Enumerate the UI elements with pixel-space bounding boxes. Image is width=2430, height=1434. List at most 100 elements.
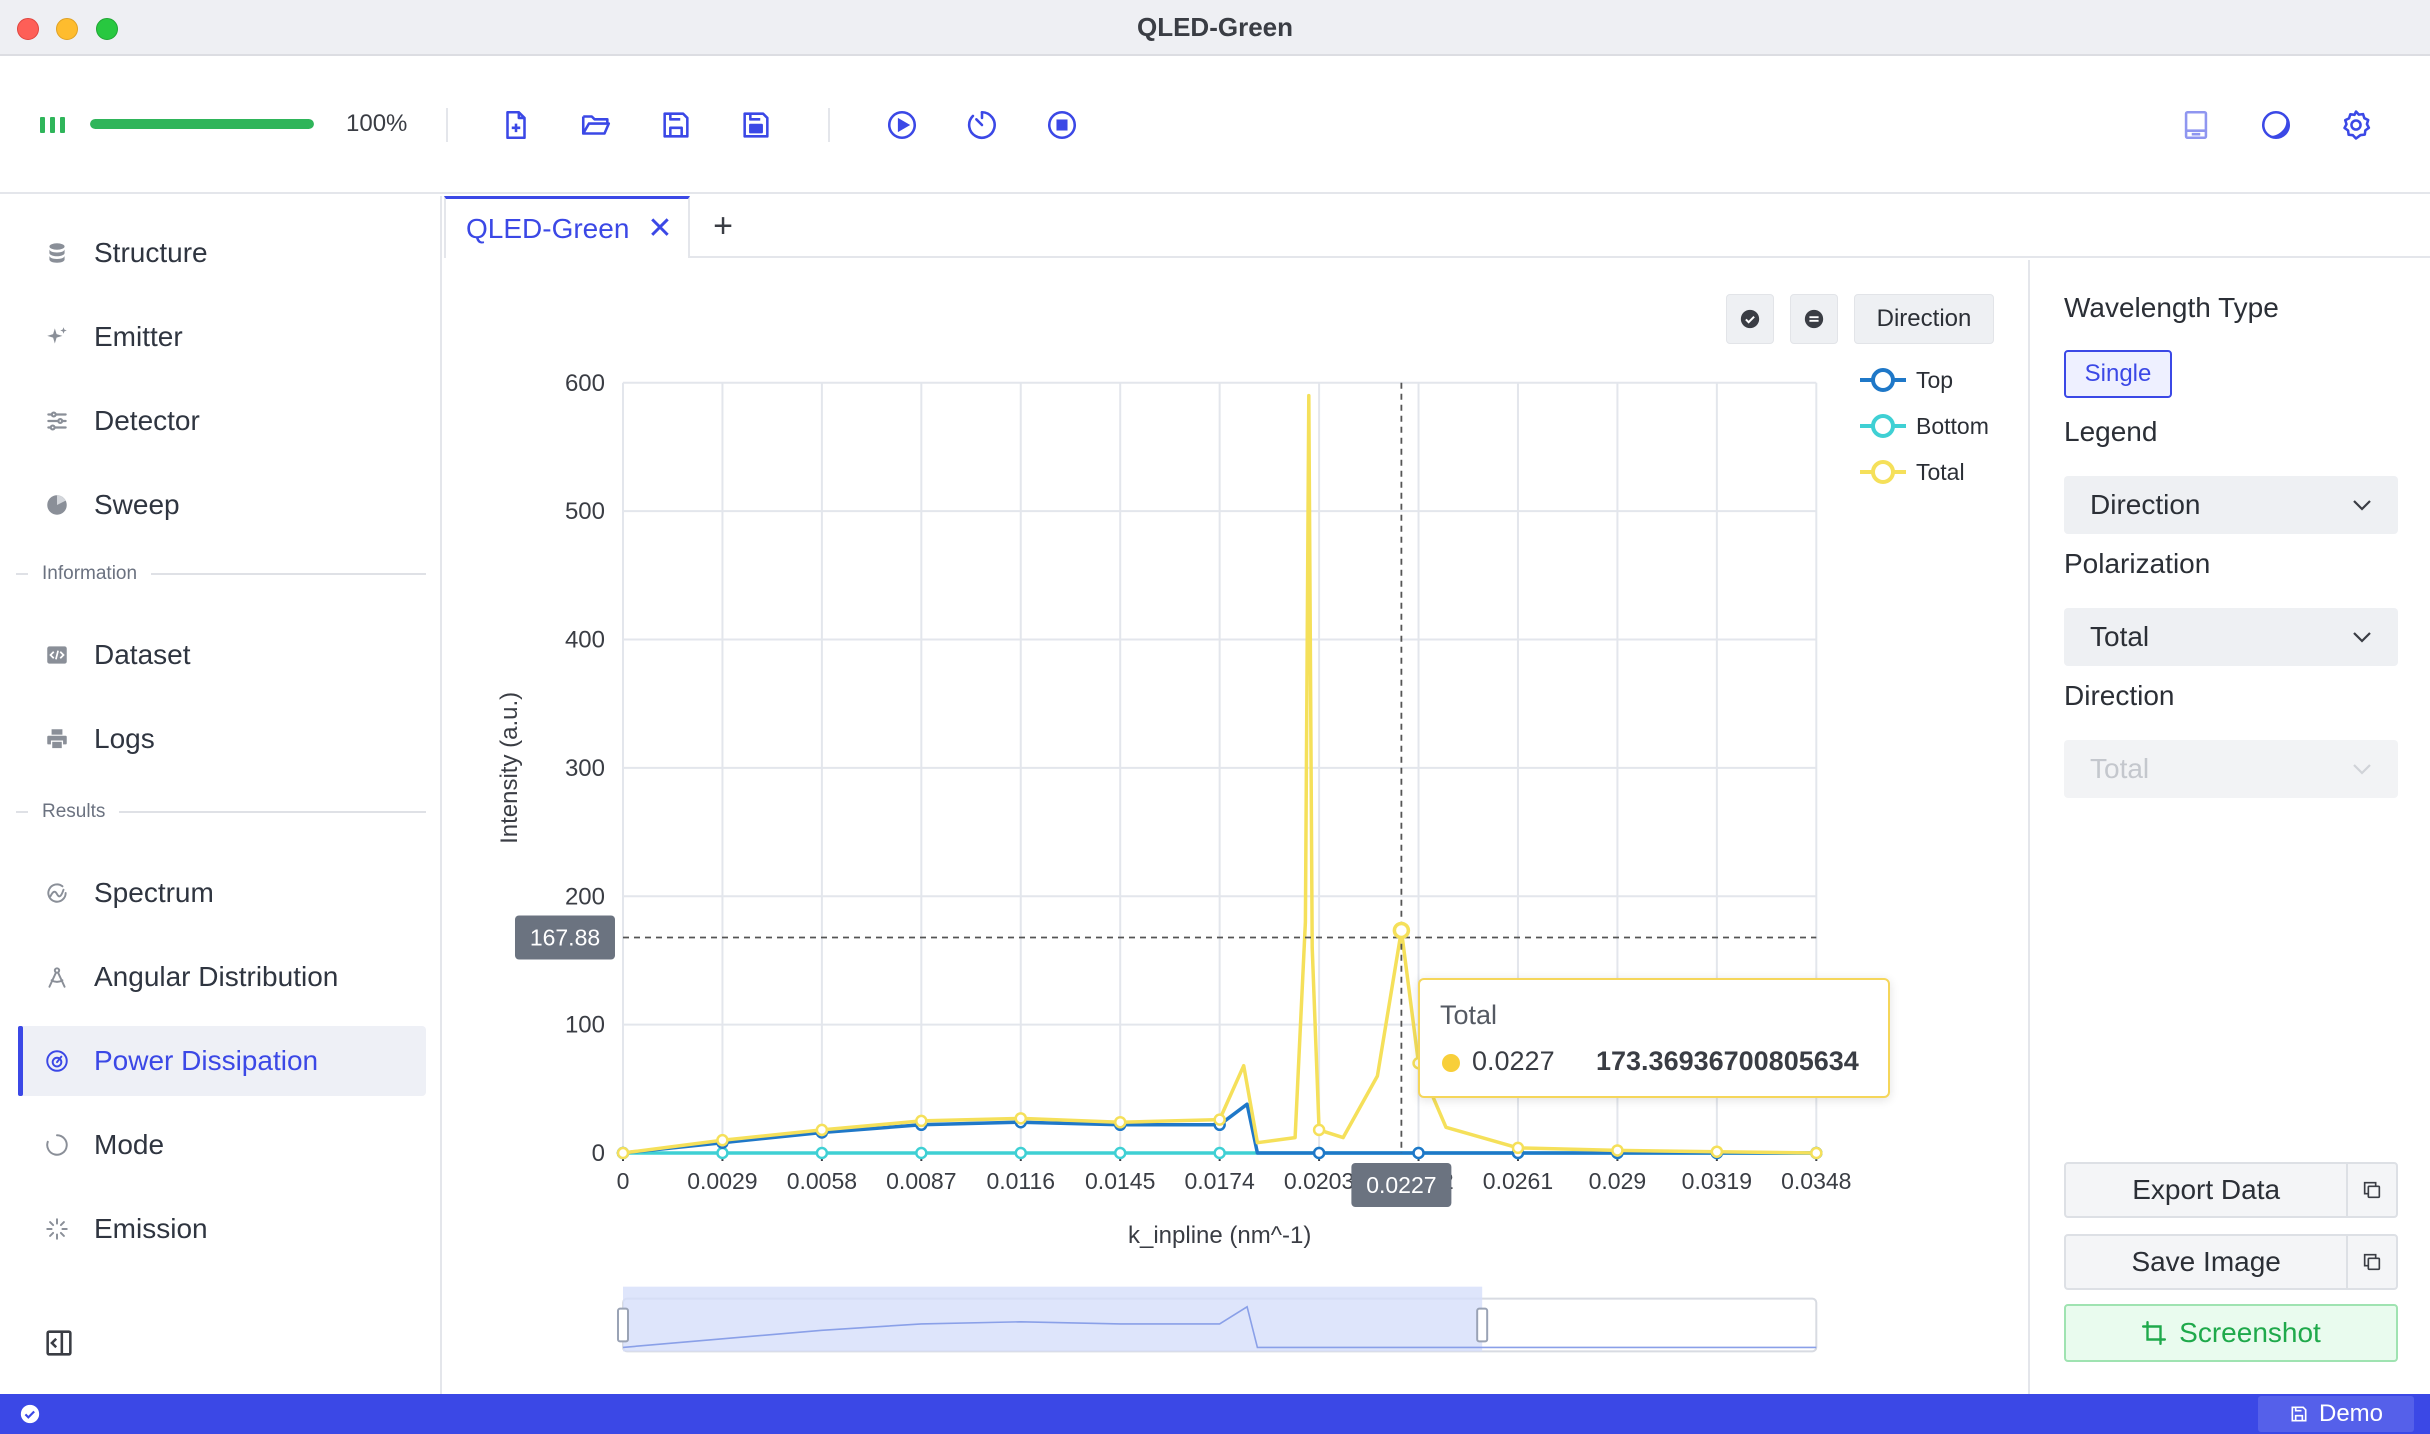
sidebar-item-sweep[interactable]: Sweep: [18, 470, 426, 540]
sidebar-item-label: Sweep: [94, 489, 180, 520]
demo-badge[interactable]: Demo: [2258, 1396, 2414, 1432]
save-image-label: Save Image: [2131, 1246, 2281, 1277]
legend-label: Legend: [2064, 416, 2158, 447]
screenshot-button[interactable]: Screenshot: [2064, 1304, 2398, 1362]
sidebar-item-structure[interactable]: Structure: [18, 218, 426, 288]
code-icon: [42, 640, 72, 670]
save-button[interactable]: [654, 103, 698, 147]
sidebar-item-label: Structure: [94, 237, 208, 268]
sidebar-item-dataset[interactable]: Dataset: [18, 620, 426, 690]
series-point: [1511, 1141, 1525, 1155]
polarization-select[interactable]: Total: [2064, 608, 2398, 666]
printer-icon: [42, 724, 72, 754]
sidebar-item-logs[interactable]: Logs: [18, 704, 426, 774]
close-tab-icon[interactable]: ✕: [647, 213, 672, 244]
sidebar-item-label: Emission: [94, 1213, 208, 1244]
status-bar: Demo: [0, 1394, 2430, 1434]
legend-label: Top: [1916, 366, 1954, 393]
save-icon: [2291, 1406, 2307, 1422]
theme-button[interactable]: [2254, 103, 2298, 147]
sidebar-item-label: Dataset: [94, 639, 191, 670]
section-results: Results: [16, 800, 426, 824]
x-pointer-label: 0.0227: [1366, 1172, 1436, 1198]
pie-icon: [42, 490, 72, 520]
series-point: [1412, 1146, 1425, 1160]
wavelength-single-button[interactable]: Single: [2064, 350, 2172, 398]
y-tick-label: 0: [592, 1140, 605, 1167]
tooltip-x-value: 0.0227: [1472, 1046, 1555, 1076]
timer-button[interactable]: [960, 103, 1004, 147]
new-file-icon: [506, 110, 526, 140]
collapse-sidebar-button[interactable]: [42, 1326, 76, 1360]
add-tab-button[interactable]: +: [704, 208, 742, 246]
sidebar-item-spectrum[interactable]: Spectrum: [18, 858, 426, 928]
run-button[interactable]: [880, 103, 924, 147]
legend-marker-icon: [1860, 460, 1906, 484]
save-icon: [663, 112, 689, 138]
stop-icon: [1047, 110, 1077, 140]
legend-marker-icon: [1860, 414, 1906, 438]
sparkle-icon: [42, 322, 72, 352]
crop-icon: [2142, 1320, 2167, 1346]
x-axis-title: k_inpline (nm^-1): [1128, 1222, 1311, 1249]
legend-select[interactable]: Direction: [2064, 476, 2398, 534]
series-point: [616, 1146, 630, 1160]
series-point: [1213, 1113, 1226, 1126]
window-title: QLED-Green: [1136, 12, 1294, 42]
sidebar-item-detector[interactable]: Detector: [18, 386, 426, 456]
compass-icon: [42, 962, 72, 992]
series-point: [716, 1133, 729, 1147]
legend-item-total[interactable]: Total: [1858, 454, 2048, 490]
sidebar-item-label: Power Dissipation: [94, 1045, 319, 1076]
chevron-down-icon: [2353, 500, 2371, 511]
sidebar-item-emitter[interactable]: Emitter: [18, 302, 426, 372]
sidebar-item-emission[interactable]: Emission: [18, 1194, 426, 1264]
x-tick-label: 0.0087: [886, 1168, 956, 1194]
chevron-down-icon: [2353, 764, 2371, 775]
status-check-icon: [20, 1404, 40, 1424]
new-file-button[interactable]: [494, 103, 538, 147]
chart-plot[interactable]: 0 100 200 300 400 500 600 0 0.0029 0.0058 0.0087 0.…: [444, 260, 2028, 1394]
open-folder-button[interactable]: [574, 103, 618, 147]
x-tick-label: 0.0319: [1682, 1168, 1752, 1194]
settings-button[interactable]: [2334, 103, 2378, 147]
save-image-button[interactable]: Save Image: [2064, 1234, 2398, 1290]
sidebar-item-power-dissipation[interactable]: Power Dissipation: [18, 1026, 426, 1096]
sidebar-item-label: Mode: [94, 1129, 165, 1160]
x-tick-label: 0.029: [1589, 1168, 1647, 1194]
x-tick-label: 0: [617, 1168, 630, 1194]
legend-item-top[interactable]: Top: [1858, 362, 2048, 398]
sidebar-item-mode[interactable]: Mode: [18, 1110, 426, 1180]
x-tick-label: 0.0203: [1284, 1168, 1354, 1194]
tab-qled-green[interactable]: QLED-Green ✕: [444, 196, 690, 258]
sidebar-collapse-icon: [46, 1330, 72, 1356]
copy-image-button[interactable]: [2346, 1236, 2396, 1288]
legend-item-bottom[interactable]: Bottom: [1858, 408, 2048, 444]
sidebar-item-label: Emitter: [94, 321, 183, 352]
docs-button[interactable]: [2174, 103, 2218, 147]
series-point: [1611, 1144, 1624, 1157]
chart-area: Direction 0 100 200 300 400 500 600 0 0.0029 0.00…: [444, 260, 2028, 1394]
sidebar-item-label: Logs: [94, 723, 155, 754]
legend-select-value: Direction: [2090, 489, 2201, 520]
stop-button[interactable]: [1040, 103, 1084, 147]
sidebar: Structure Emitter Detector Sweep Informa…: [0, 196, 442, 1394]
direction-select: Total: [2064, 740, 2398, 798]
export-data-label: Export Data: [2132, 1174, 2281, 1205]
right-panel: Wavelength Type Single Legend Direction …: [2028, 260, 2430, 1394]
copy-icon: [2363, 1181, 2381, 1199]
export-data-button[interactable]: Export Data: [2064, 1162, 2398, 1218]
database-icon: [42, 238, 72, 268]
save-as-button[interactable]: [734, 103, 778, 147]
sliders-icon: [42, 406, 72, 436]
progress-fill: [90, 119, 314, 129]
open-folder-icon: [581, 115, 611, 135]
y-tick-label: 300: [565, 755, 605, 782]
copy-export-button[interactable]: [2346, 1164, 2396, 1216]
series-point: [815, 1123, 829, 1137]
run-icon: [887, 110, 917, 140]
sidebar-item-angular-distribution[interactable]: Angular Distribution: [18, 942, 426, 1012]
polarization-select-value: Total: [2090, 621, 2150, 652]
toolbar: 100%: [0, 56, 2430, 194]
chart-tooltip: Total 0.0227 173.36936700805634: [1418, 978, 1890, 1098]
